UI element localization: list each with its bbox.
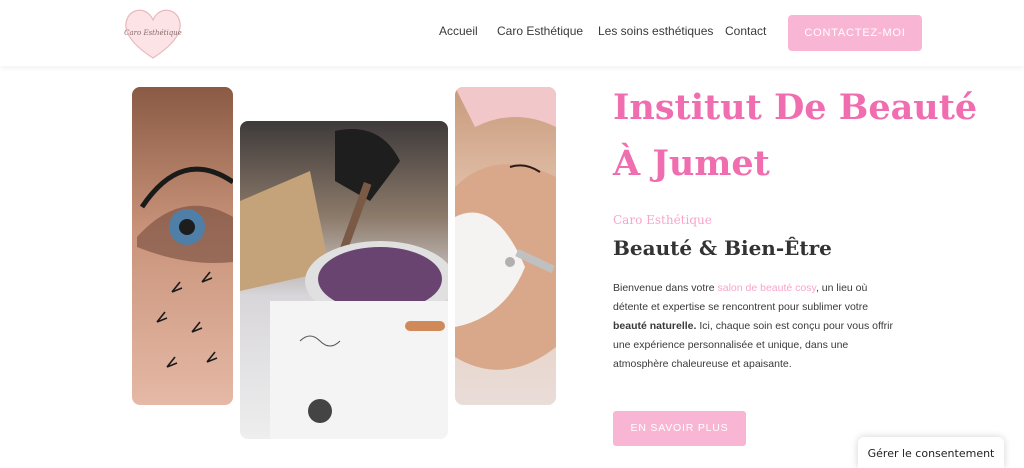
wax-pot-photo [240,121,448,439]
nav-caro-esthetique[interactable]: Caro Esthétique [497,24,583,38]
learn-more-button[interactable]: EN SAVOIR PLUS [613,411,746,446]
description-bold: beauté naturelle. [613,320,697,332]
wax-warmer-icon [240,129,448,439]
consent-button[interactable]: Gérer le consentement [858,437,1004,468]
nav-accueil[interactable]: Accueil [439,24,478,38]
facial-treatment-photo [455,87,556,405]
nav-contact[interactable]: Contact [725,24,766,38]
hero-eyebrow: Caro Esthétique [613,213,712,227]
description-highlight: salon de beauté cosy [717,282,816,294]
nav-soins[interactable]: Les soins esthétiques [598,24,713,38]
hero-description: Bienvenue dans votre salon de beauté cos… [613,279,903,374]
description-part1: Bienvenue dans votre [613,282,718,294]
eye-icon [137,166,233,368]
site-header: Caro Esthétique Accueil Caro Esthétique … [0,0,1024,66]
hero-title-line2: À Jumet [613,143,770,184]
hero-title-line1: Institut De Beauté [613,87,978,128]
face-icon [455,87,556,370]
hero-subtitle: Beauté & Bien-Être [613,236,832,260]
hero-title: Institut De Beauté À Jumet [613,80,993,192]
contact-button[interactable]: CONTACTEZ-MOI [788,15,922,51]
eyelash-photo [132,87,233,405]
